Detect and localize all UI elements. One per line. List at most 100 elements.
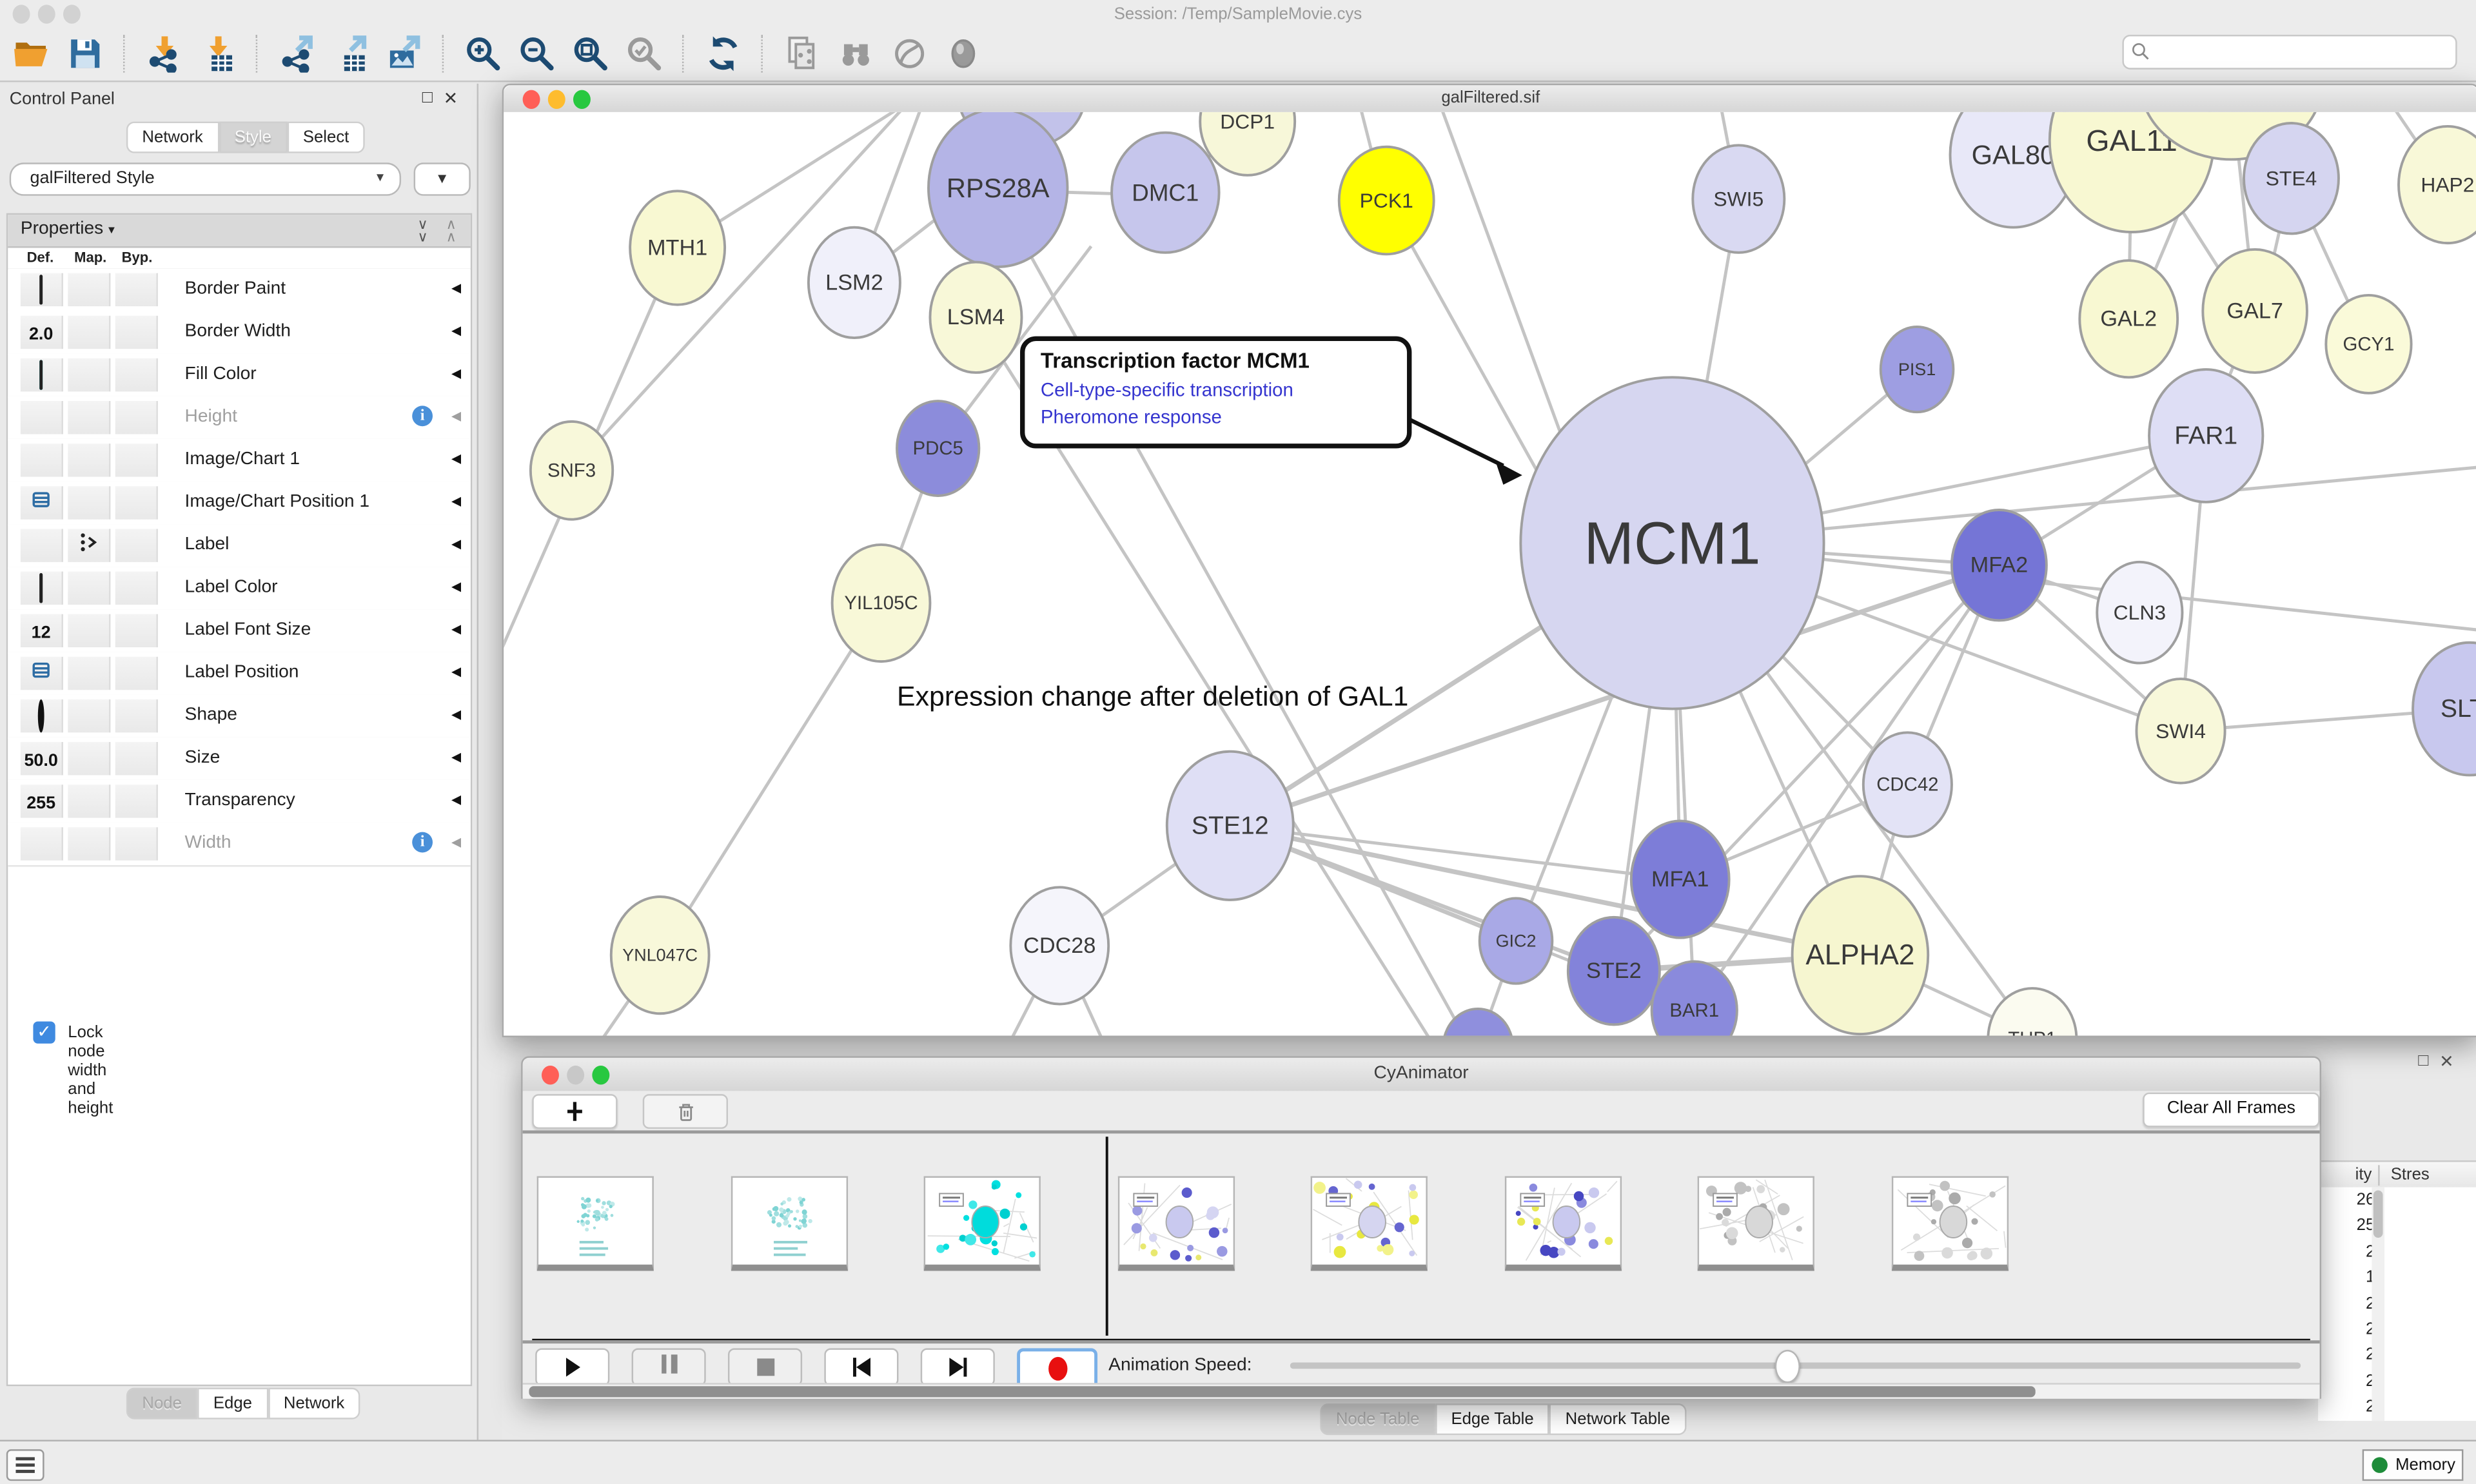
property-row-border-width[interactable]: 2.0Border Width◀: [8, 311, 471, 355]
zoom-icon[interactable]: [573, 90, 591, 109]
expand-row-icon[interactable]: ◀: [451, 665, 461, 679]
cyanimator-horizontal-scrollbar[interactable]: [523, 1383, 2320, 1398]
property-row-image-chart-position-1[interactable]: Image/Chart Position 1◀: [8, 482, 471, 526]
tab-edge-table[interactable]: Edge Table: [1435, 1403, 1549, 1435]
status-menu-button[interactable]: [6, 1449, 44, 1481]
network-canvas[interactable]: RPS28ADMC1DCP1PCK1MTH1LSM2LSM4SWI5GAL80G…: [504, 112, 2476, 1036]
property-row-label-color[interactable]: Label Color◀: [8, 567, 471, 611]
expand-row-icon[interactable]: ◀: [451, 707, 461, 721]
window-minimize-icon[interactable]: [38, 5, 55, 23]
property-cell[interactable]: [21, 486, 63, 519]
zoom-in-icon[interactable]: [464, 35, 502, 73]
property-cell[interactable]: [68, 486, 110, 519]
network-window-titlebar[interactable]: galFiltered.sif: [504, 85, 2476, 113]
property-row-height[interactable]: Heighti◀: [8, 396, 471, 441]
property-row-label-position[interactable]: Label Position◀: [8, 652, 471, 696]
go-to-end-button[interactable]: [921, 1348, 995, 1386]
cyanimator-titlebar[interactable]: CyAnimator: [523, 1058, 2320, 1093]
expand-row-icon[interactable]: ◀: [451, 537, 461, 551]
property-cell[interactable]: [21, 529, 63, 561]
refresh-layout-icon[interactable]: [704, 35, 742, 73]
expand-all-icon[interactable]: ∨∨: [418, 218, 427, 243]
property-cell[interactable]: [68, 614, 110, 647]
annotation-link-1[interactable]: Cell-type-specific transcription: [1041, 377, 1391, 405]
table-row-9[interactable]: 2: [2318, 1398, 2375, 1423]
network-caption[interactable]: Expression change after deletion of GAL1: [897, 681, 1408, 714]
table-row-7[interactable]: 2: [2318, 1345, 2375, 1371]
property-cell[interactable]: [115, 529, 158, 561]
property-row-image-chart-1[interactable]: Image/Chart 1◀: [8, 439, 471, 483]
table-vertical-scrollbar[interactable]: [2372, 1187, 2384, 1421]
expand-row-icon[interactable]: ◀: [451, 324, 461, 338]
property-row-label-font-size[interactable]: 12Label Font Size◀: [8, 609, 471, 654]
property-cell[interactable]: [21, 358, 63, 391]
zoom-fit-icon[interactable]: [572, 35, 610, 73]
go-to-start-button[interactable]: [824, 1348, 898, 1386]
expand-row-icon[interactable]: ◀: [451, 750, 461, 764]
tab-network[interactable]: Network: [126, 122, 219, 153]
scrollbar-thumb[interactable]: [529, 1386, 2035, 1397]
close-icon[interactable]: [523, 90, 540, 109]
collapse-all-icon[interactable]: ∧∧: [446, 218, 455, 243]
property-cell[interactable]: [115, 827, 158, 860]
expand-row-icon[interactable]: ◀: [451, 622, 461, 636]
table-row-2[interactable]: 25: [2318, 1216, 2375, 1242]
table-row-5[interactable]: 2: [2318, 1294, 2375, 1320]
property-cell[interactable]: [115, 273, 158, 306]
search-input[interactable]: [2122, 35, 2457, 70]
close-icon[interactable]: [542, 1066, 559, 1084]
property-row-shape[interactable]: Shape◀: [8, 695, 471, 739]
table-row-8[interactable]: 2: [2318, 1372, 2375, 1398]
annotation-link-2[interactable]: Pheromone response: [1041, 405, 1391, 433]
network-node-bar1[interactable]: [1652, 961, 1737, 1035]
expand-row-icon[interactable]: ◀: [451, 281, 461, 295]
property-row-size[interactable]: 50.0Size◀: [8, 737, 471, 782]
save-session-icon[interactable]: [66, 35, 104, 73]
property-cell[interactable]: [115, 785, 158, 817]
expand-row-icon[interactable]: ◀: [451, 792, 461, 806]
style-options-button[interactable]: ▼: [414, 162, 471, 195]
property-cell[interactable]: [115, 614, 158, 647]
tab-style[interactable]: Style: [219, 122, 287, 153]
mcm1-annotation[interactable]: Transcription factor MCM1 Cell-type-spec…: [1020, 337, 1411, 448]
delete-frame-button[interactable]: [643, 1094, 728, 1129]
property-cell[interactable]: [115, 486, 158, 519]
float-table-panel-icon[interactable]: □: [2418, 1051, 2428, 1070]
property-cell[interactable]: [115, 316, 158, 349]
close-table-panel-icon[interactable]: ✕: [2439, 1051, 2454, 1072]
minimize-icon[interactable]: [548, 90, 565, 109]
tab-node[interactable]: Node: [126, 1388, 197, 1420]
property-cell[interactable]: 50.0: [21, 742, 63, 775]
memory-indicator[interactable]: Memory: [2363, 1449, 2464, 1481]
property-cell[interactable]: [68, 401, 110, 434]
expand-row-icon[interactable]: ◀: [451, 366, 461, 380]
property-cell[interactable]: [68, 444, 110, 476]
expand-row-icon[interactable]: ◀: [451, 409, 461, 423]
property-cell[interactable]: [68, 358, 110, 391]
style-select[interactable]: galFiltered Style ▾: [10, 162, 401, 195]
property-cell[interactable]: [21, 444, 63, 476]
property-cell[interactable]: [115, 572, 158, 605]
property-cell[interactable]: [115, 742, 158, 775]
property-cell[interactable]: [115, 444, 158, 476]
property-cell[interactable]: [115, 657, 158, 690]
property-cell[interactable]: [21, 657, 63, 690]
property-cell[interactable]: [115, 358, 158, 391]
property-row-label[interactable]: Label◀: [8, 524, 471, 569]
table-row-3[interactable]: 2: [2318, 1242, 2375, 1268]
property-cell[interactable]: [21, 273, 63, 306]
property-cell[interactable]: [68, 572, 110, 605]
tab-network-table[interactable]: Network Table: [1549, 1403, 1685, 1435]
property-cell[interactable]: [68, 529, 110, 561]
speed-slider-thumb[interactable]: [1775, 1350, 1800, 1383]
window-close-icon[interactable]: [13, 5, 30, 23]
stop-button[interactable]: [728, 1348, 802, 1386]
pause-button[interactable]: [632, 1348, 706, 1386]
properties-header[interactable]: Properties ▾ ∨∨ ∧∧: [8, 215, 471, 248]
property-cell[interactable]: [68, 657, 110, 690]
property-cell[interactable]: 2.0: [21, 316, 63, 349]
property-cell[interactable]: [21, 699, 63, 732]
import-network-icon[interactable]: [145, 35, 183, 73]
table-row-4[interactable]: 1: [2318, 1268, 2375, 1294]
tab-network[interactable]: Network: [268, 1388, 360, 1420]
